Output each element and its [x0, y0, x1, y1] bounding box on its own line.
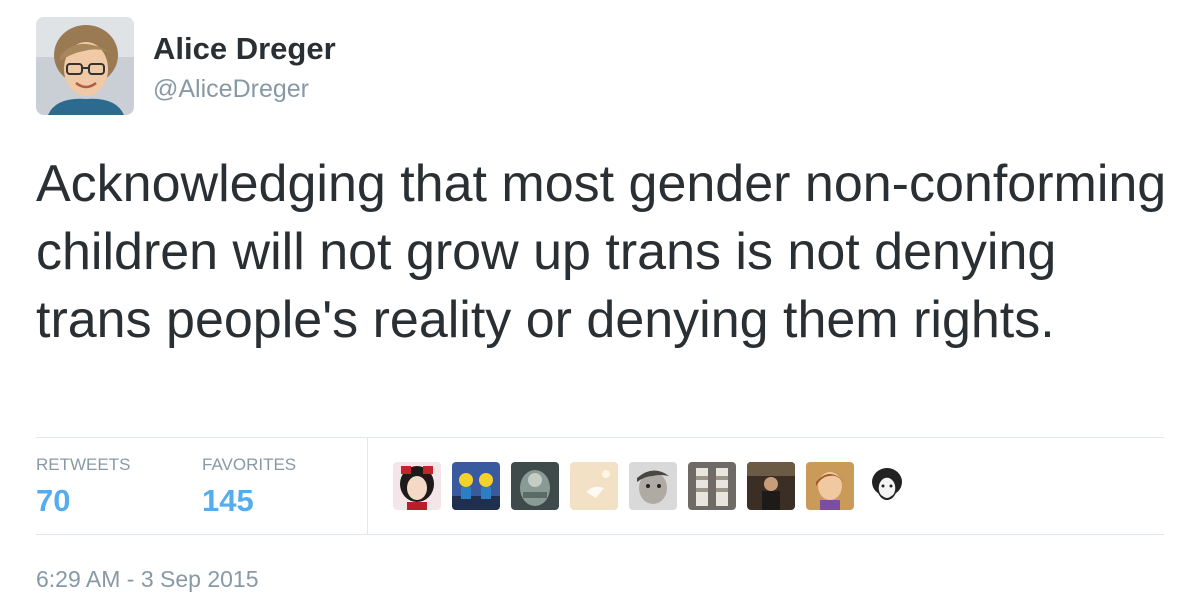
tweet-timestamp[interactable]: 6:29 AM - 3 Sep 2015	[36, 566, 259, 593]
avatar-image	[511, 462, 559, 510]
avatar-image	[747, 462, 795, 510]
author-handle[interactable]: @AliceDreger	[153, 75, 309, 104]
tweet-text: Acknowledging that most gender non-confo…	[36, 155, 1167, 349]
avatar-image	[806, 462, 854, 510]
author-name[interactable]: Alice Dreger	[153, 31, 336, 67]
avatar-image	[688, 462, 736, 510]
favoriter-avatar[interactable]	[452, 462, 500, 510]
favoriter-avatar[interactable]	[688, 462, 736, 510]
avatar-image	[452, 462, 500, 510]
avatar-image	[629, 462, 677, 510]
stats-bottom-divider	[36, 534, 1164, 535]
avatar-image	[570, 462, 618, 510]
favoriter-avatar[interactable]	[570, 462, 618, 510]
favoriter-avatar[interactable]	[863, 462, 911, 510]
stats-top-divider	[36, 437, 1164, 438]
favorites-count: 145	[202, 483, 254, 518]
retweets-stat[interactable]: RETWEETS 70	[36, 455, 130, 519]
favorites-stat[interactable]: FAVORITES 145	[202, 455, 296, 519]
avatar-image	[863, 462, 911, 510]
favoriter-avatar[interactable]	[393, 462, 441, 510]
avatar-image	[393, 462, 441, 510]
retweets-count: 70	[36, 483, 71, 518]
stats-vertical-divider	[367, 438, 368, 534]
favoriter-avatar[interactable]	[511, 462, 559, 510]
author-avatar[interactable]	[36, 17, 134, 115]
author-photo	[36, 17, 134, 115]
retweets-label: RETWEETS	[36, 455, 131, 474]
favoriter-avatar[interactable]	[747, 462, 795, 510]
favoriter-avatar[interactable]	[629, 462, 677, 510]
favoriter-avatar[interactable]	[806, 462, 854, 510]
favorites-label: FAVORITES	[202, 455, 297, 474]
